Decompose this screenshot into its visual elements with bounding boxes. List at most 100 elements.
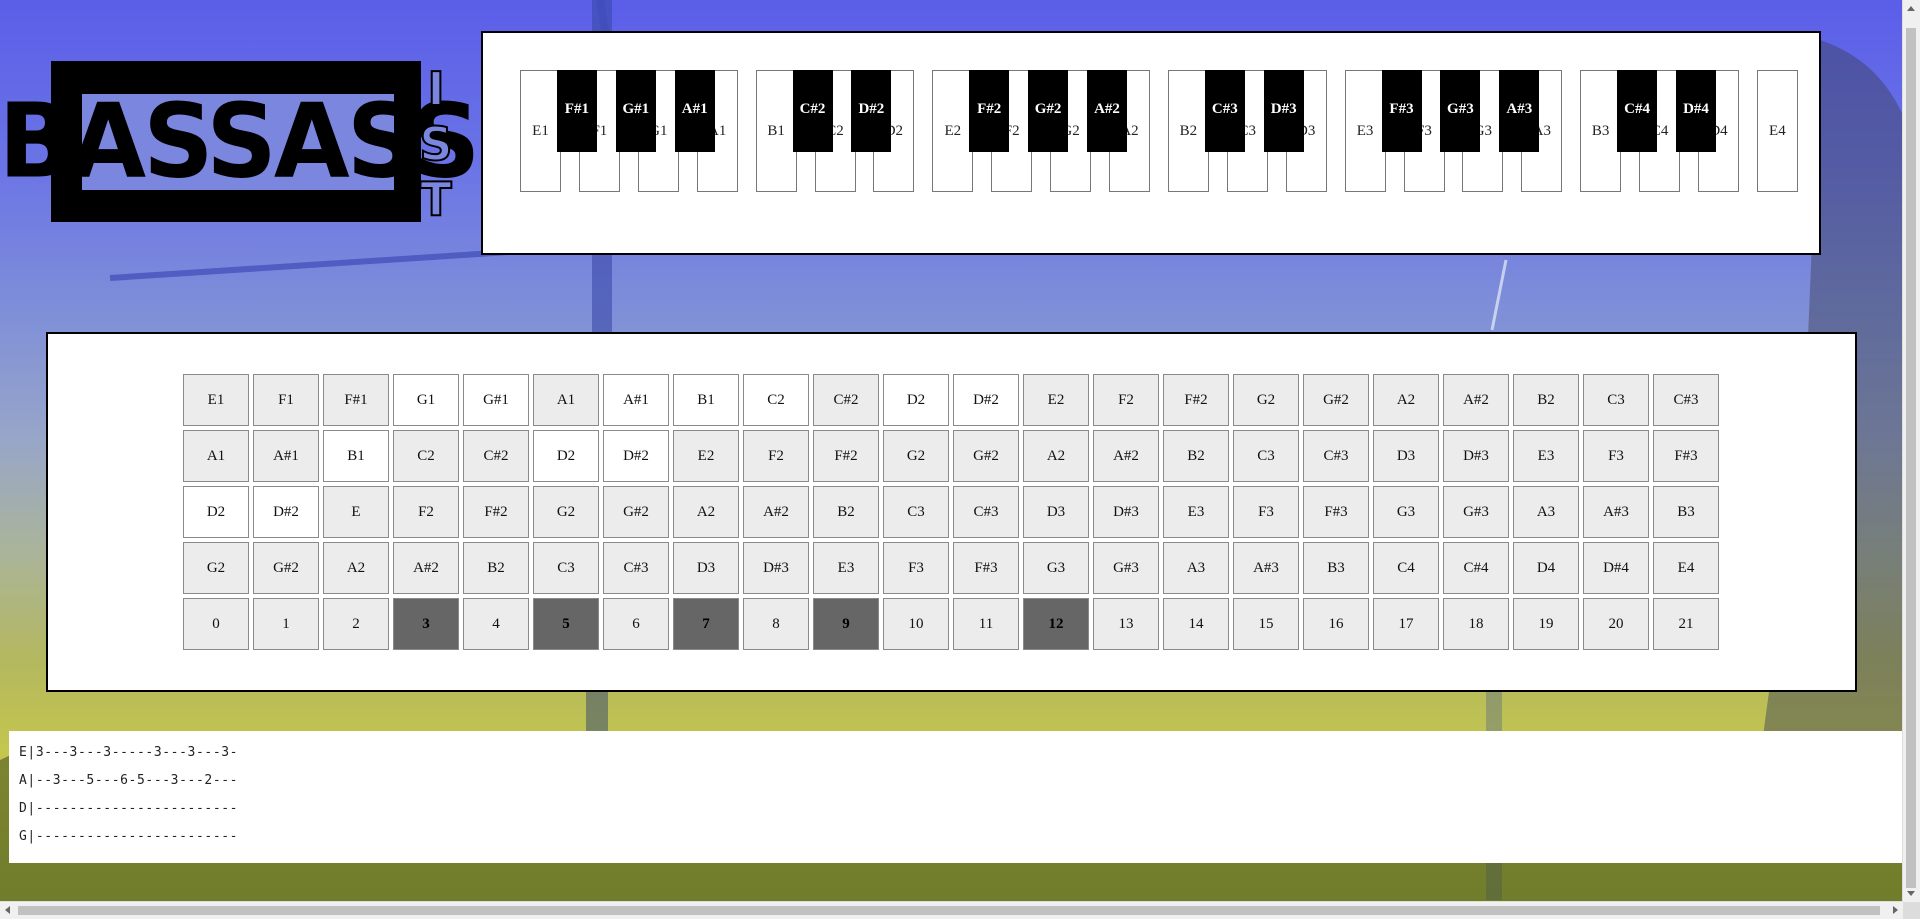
fret-note-cell[interactable]: D2 bbox=[183, 486, 249, 538]
fret-note-cell[interactable]: G#2 bbox=[253, 542, 319, 594]
fret-note-cell[interactable]: G2 bbox=[183, 542, 249, 594]
fret-note-cell[interactable]: D#3 bbox=[1093, 486, 1159, 538]
fret-note-cell[interactable]: F#1 bbox=[323, 374, 389, 426]
piano-white-key[interactable]: B2 bbox=[1167, 70, 1209, 192]
fret-number-cell[interactable]: 21 bbox=[1653, 598, 1719, 650]
piano-black-key[interactable]: D#4 bbox=[1676, 70, 1716, 152]
fret-note-cell[interactable]: E3 bbox=[1163, 486, 1229, 538]
fret-note-cell[interactable]: G#2 bbox=[953, 430, 1019, 482]
fret-note-cell[interactable]: G#3 bbox=[1443, 486, 1509, 538]
fret-note-cell[interactable]: G2 bbox=[533, 486, 599, 538]
piano-white-key[interactable]: B1 bbox=[755, 70, 797, 192]
fret-note-cell[interactable]: G1 bbox=[393, 374, 459, 426]
fret-note-cell[interactable]: A2 bbox=[323, 542, 389, 594]
fret-note-cell[interactable]: G3 bbox=[1373, 486, 1439, 538]
fret-note-cell[interactable]: G2 bbox=[1233, 374, 1299, 426]
fret-note-cell[interactable]: A#1 bbox=[603, 374, 669, 426]
piano-black-key[interactable]: F#1 bbox=[556, 70, 597, 152]
fret-number-cell[interactable]: 19 bbox=[1513, 598, 1579, 650]
fret-number-cell[interactable]: 18 bbox=[1443, 598, 1509, 650]
fret-note-cell[interactable]: C3 bbox=[1233, 430, 1299, 482]
fret-note-cell[interactable]: A#3 bbox=[1583, 486, 1649, 538]
fret-note-cell[interactable]: G#1 bbox=[463, 374, 529, 426]
fret-note-cell[interactable]: A2 bbox=[673, 486, 739, 538]
fret-note-cell[interactable]: F1 bbox=[253, 374, 319, 426]
piano-black-key[interactable]: C#3 bbox=[1204, 70, 1245, 152]
fret-note-cell[interactable]: E1 bbox=[183, 374, 249, 426]
scroll-right-icon[interactable] bbox=[1893, 906, 1898, 914]
fret-number-cell[interactable]: 17 bbox=[1373, 598, 1439, 650]
fret-note-cell[interactable]: B2 bbox=[813, 486, 879, 538]
piano-black-key[interactable]: A#3 bbox=[1499, 70, 1540, 152]
fret-number-cell[interactable]: 2 bbox=[323, 598, 389, 650]
fret-note-cell[interactable]: B2 bbox=[463, 542, 529, 594]
scroll-down-icon[interactable] bbox=[1907, 891, 1915, 896]
fret-number-cell[interactable]: 13 bbox=[1093, 598, 1159, 650]
fret-number-cell[interactable]: 8 bbox=[743, 598, 809, 650]
fret-note-cell[interactable]: A1 bbox=[533, 374, 599, 426]
piano-white-key[interactable]: E2 bbox=[932, 70, 974, 192]
fret-note-cell[interactable]: C3 bbox=[1583, 374, 1649, 426]
fret-note-cell[interactable]: D4 bbox=[1513, 542, 1579, 594]
fret-note-cell[interactable]: C2 bbox=[743, 374, 809, 426]
piano-black-key[interactable]: G#1 bbox=[615, 70, 656, 152]
fret-note-cell[interactable]: A#1 bbox=[253, 430, 319, 482]
fret-number-cell[interactable]: 0 bbox=[183, 598, 249, 650]
fret-note-cell[interactable]: D#4 bbox=[1583, 542, 1649, 594]
piano-white-key[interactable]: E1 bbox=[520, 70, 561, 192]
fret-number-cell[interactable]: 20 bbox=[1583, 598, 1649, 650]
fret-note-cell[interactable]: D2 bbox=[533, 430, 599, 482]
fret-number-cell[interactable]: 1 bbox=[253, 598, 319, 650]
fret-note-cell[interactable]: D#2 bbox=[603, 430, 669, 482]
piano-black-key[interactable]: C#2 bbox=[792, 70, 833, 152]
fret-note-cell[interactable]: E4 bbox=[1653, 542, 1719, 594]
fret-note-cell[interactable]: E3 bbox=[1513, 430, 1579, 482]
fret-note-cell[interactable]: G2 bbox=[883, 430, 949, 482]
fret-note-cell[interactable]: A2 bbox=[1373, 374, 1439, 426]
horizontal-scrollbar[interactable] bbox=[0, 901, 1903, 919]
fret-note-cell[interactable]: D#2 bbox=[953, 374, 1019, 426]
fret-note-cell[interactable]: F#2 bbox=[463, 486, 529, 538]
piano-black-key[interactable]: A#2 bbox=[1087, 70, 1127, 152]
fret-note-cell[interactable]: F3 bbox=[1583, 430, 1649, 482]
fret-note-cell[interactable]: D#3 bbox=[743, 542, 809, 594]
piano-black-key[interactable]: C#4 bbox=[1617, 70, 1658, 152]
fret-note-cell[interactable]: D3 bbox=[673, 542, 739, 594]
fret-note-cell[interactable]: B2 bbox=[1163, 430, 1229, 482]
fret-note-cell[interactable]: B1 bbox=[323, 430, 389, 482]
fret-note-cell[interactable]: A#2 bbox=[743, 486, 809, 538]
fret-note-cell[interactable]: F#2 bbox=[813, 430, 879, 482]
fret-note-cell[interactable]: D#3 bbox=[1443, 430, 1509, 482]
fret-note-cell[interactable]: B3 bbox=[1303, 542, 1369, 594]
fret-note-cell[interactable]: C#3 bbox=[1653, 374, 1719, 426]
fret-note-cell[interactable]: D3 bbox=[1373, 430, 1439, 482]
fret-note-cell[interactable]: F3 bbox=[1233, 486, 1299, 538]
fret-note-cell[interactable]: C2 bbox=[393, 430, 459, 482]
fret-note-cell[interactable]: A2 bbox=[1023, 430, 1089, 482]
fret-note-cell[interactable]: A3 bbox=[1163, 542, 1229, 594]
fret-note-cell[interactable]: F#2 bbox=[1163, 374, 1229, 426]
fret-number-cell[interactable]: 15 bbox=[1233, 598, 1299, 650]
fret-number-cell[interactable]: 12 bbox=[1023, 598, 1089, 650]
piano-black-key[interactable]: F#3 bbox=[1381, 70, 1422, 152]
piano-black-key[interactable]: G#3 bbox=[1440, 70, 1481, 152]
scrollbar-thumb[interactable] bbox=[1906, 28, 1916, 888]
piano-black-key[interactable]: D#3 bbox=[1263, 70, 1304, 152]
piano-black-key[interactable]: G#2 bbox=[1028, 70, 1069, 152]
fret-note-cell[interactable]: E bbox=[323, 486, 389, 538]
fret-number-cell[interactable]: 3 bbox=[393, 598, 459, 650]
fret-note-cell[interactable]: B2 bbox=[1513, 374, 1579, 426]
fret-note-cell[interactable]: C#2 bbox=[813, 374, 879, 426]
fret-note-cell[interactable]: F#3 bbox=[1303, 486, 1369, 538]
piano-white-key[interactable]: E3 bbox=[1344, 70, 1386, 192]
scroll-up-icon[interactable] bbox=[1907, 6, 1915, 11]
fret-number-cell[interactable]: 14 bbox=[1163, 598, 1229, 650]
fret-note-cell[interactable]: C#3 bbox=[1303, 430, 1369, 482]
vertical-scrollbar[interactable] bbox=[1902, 0, 1920, 902]
fret-note-cell[interactable]: D#2 bbox=[253, 486, 319, 538]
fret-number-cell[interactable]: 6 bbox=[603, 598, 669, 650]
fret-note-cell[interactable]: G#3 bbox=[1093, 542, 1159, 594]
fret-note-cell[interactable]: A#2 bbox=[1093, 430, 1159, 482]
fret-note-cell[interactable]: C#3 bbox=[953, 486, 1019, 538]
fret-note-cell[interactable]: B3 bbox=[1653, 486, 1719, 538]
